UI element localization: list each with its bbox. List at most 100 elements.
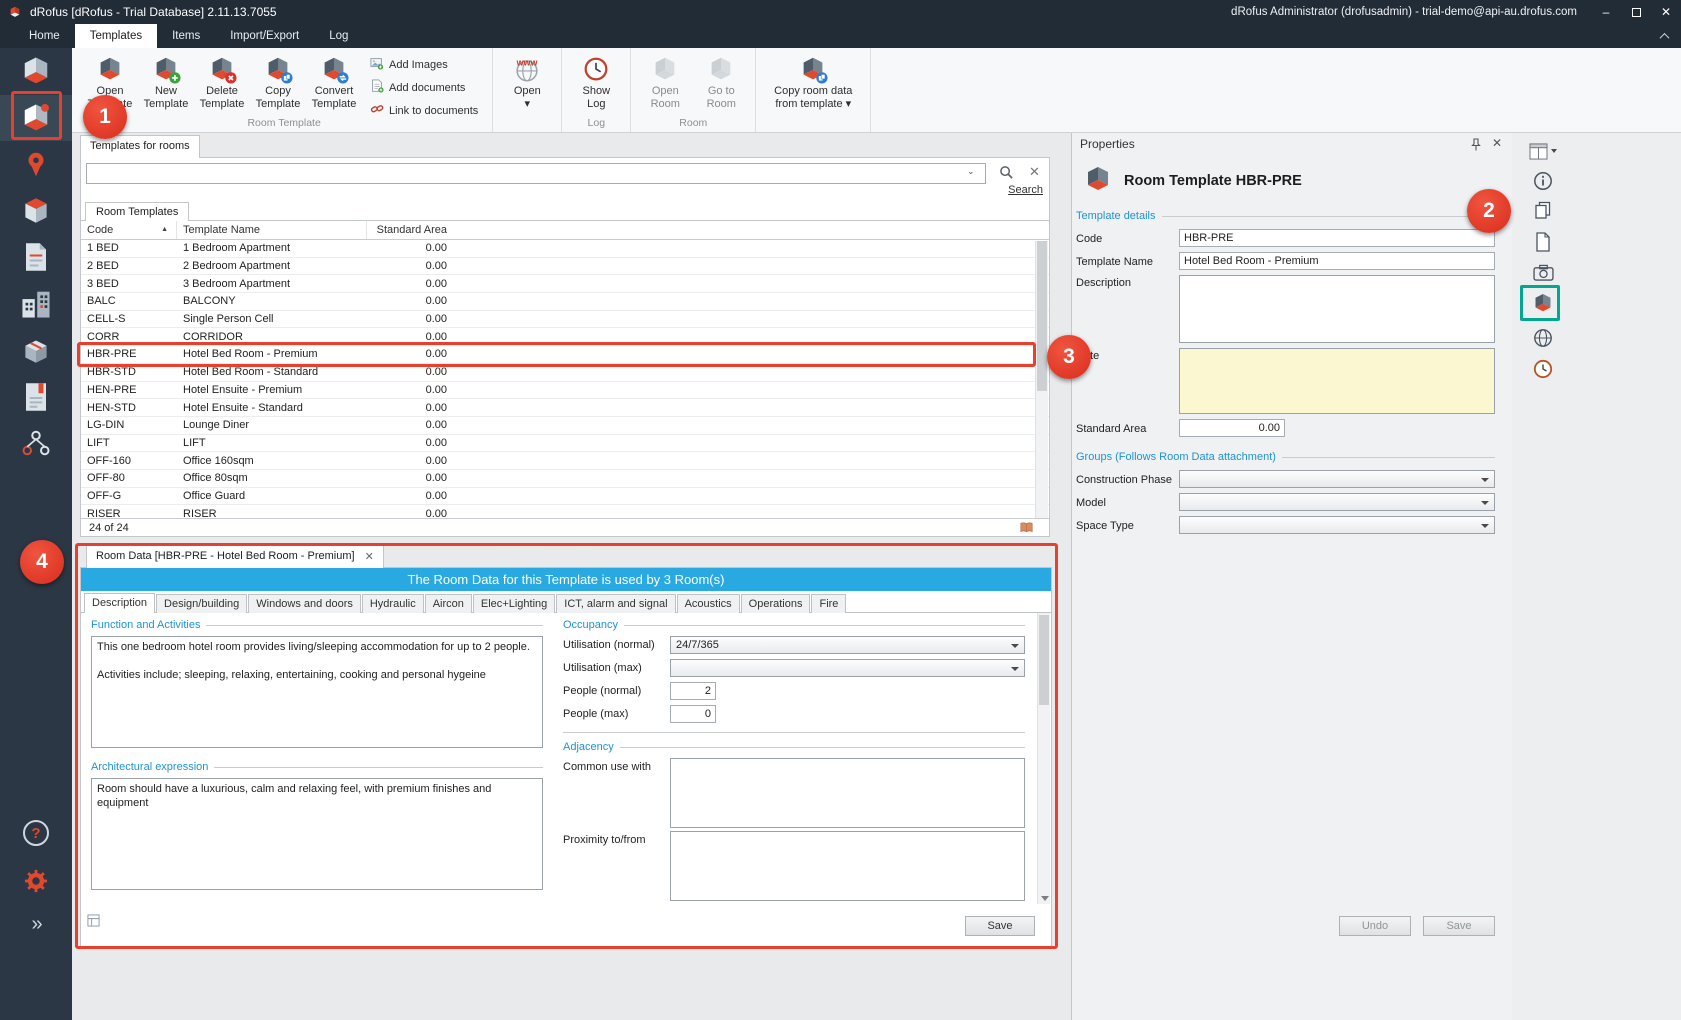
room-data-tab-fire[interactable]: Fire bbox=[811, 594, 846, 613]
tab-templates-for-rooms[interactable]: Templates for rooms bbox=[80, 135, 200, 158]
table-row-lift[interactable]: LIFTLIFT0.00 bbox=[81, 435, 1049, 453]
log-button[interactable] bbox=[1524, 355, 1562, 383]
sidebar-item-systems[interactable] bbox=[0, 327, 72, 374]
function-activities-textarea[interactable]: This one bedroom hotel room provides liv… bbox=[91, 636, 543, 748]
search-link[interactable]: Search bbox=[1008, 184, 1043, 196]
model-select[interactable] bbox=[1179, 493, 1495, 511]
table-row-corr[interactable]: CORRCORRIDOR0.00 bbox=[81, 328, 1049, 346]
pin-icon[interactable] bbox=[1470, 138, 1482, 155]
table-row-riser[interactable]: RISERRISER0.00 bbox=[81, 505, 1049, 518]
room-data-tab-ict-alarm-and-signal[interactable]: ICT, alarm and signal bbox=[556, 594, 675, 613]
table-row-balc[interactable]: BALCBALCONY0.00 bbox=[81, 293, 1049, 311]
menu-tab-import-export[interactable]: Import/Export bbox=[215, 24, 314, 48]
search-input[interactable] bbox=[86, 163, 986, 184]
menu-tab-items[interactable]: Items bbox=[157, 24, 215, 48]
sidebar-item-members[interactable] bbox=[0, 420, 72, 467]
sidebar-item-rooms[interactable] bbox=[0, 48, 72, 95]
images-button[interactable] bbox=[1524, 258, 1562, 286]
close-tab-icon[interactable]: ✕ bbox=[365, 550, 374, 568]
search-clear-icon[interactable]: ✕ bbox=[1029, 164, 1040, 180]
proximity-textarea[interactable] bbox=[670, 831, 1025, 901]
sidebar-item-help[interactable]: ? bbox=[0, 810, 72, 856]
convert-template-button[interactable]: ConvertTemplate bbox=[306, 51, 362, 110]
code-input[interactable] bbox=[1179, 229, 1495, 247]
room-data-button[interactable] bbox=[1524, 196, 1562, 224]
new-template-button[interactable]: NewTemplate bbox=[138, 51, 194, 110]
sidebar-expand[interactable]: » bbox=[0, 901, 72, 947]
menu-tab-log[interactable]: Log bbox=[314, 24, 363, 48]
table-row-cell-s[interactable]: CELL-SSingle Person Cell0.00 bbox=[81, 311, 1049, 329]
ribbon-collapse-button[interactable] bbox=[1647, 24, 1681, 48]
room-data-tab-hydraulic[interactable]: Hydraulic bbox=[362, 594, 424, 613]
room-data-tab-operations[interactable]: Operations bbox=[741, 594, 811, 613]
sidebar-item-settings[interactable] bbox=[0, 858, 72, 904]
show-log-button[interactable]: ShowLog bbox=[568, 51, 624, 110]
table-scrollbar[interactable] bbox=[1035, 241, 1048, 518]
room-data-tab-windows-and-doors[interactable]: Windows and doors bbox=[248, 594, 361, 613]
search-history-dropdown-icon[interactable]: ⌄ bbox=[967, 166, 975, 177]
table-row-2-bed[interactable]: 2 BED2 Bedroom Apartment0.00 bbox=[81, 258, 1049, 276]
delete-template-button[interactable]: DeleteTemplate bbox=[194, 51, 250, 110]
column-header-standard-area[interactable]: Standard Area bbox=[367, 221, 453, 239]
table-row-3-bed[interactable]: 3 BED3 Bedroom Apartment0.00 bbox=[81, 275, 1049, 293]
people-max-input[interactable] bbox=[670, 705, 716, 723]
room-data-tab-design-building[interactable]: Design/building bbox=[156, 594, 247, 613]
go-to-room-button[interactable]: Go toRoom bbox=[693, 51, 749, 110]
www-open-button[interactable]: wwwOpen▾ bbox=[499, 51, 555, 110]
room-data-tab-aircon[interactable]: Aircon bbox=[425, 594, 472, 613]
room-data-tab-description[interactable]: Description bbox=[84, 593, 155, 613]
tab-room-data[interactable]: Room Data [HBR-PRE - Hotel Bed Room - Pr… bbox=[86, 545, 384, 568]
column-header-code[interactable]: Code ▲ bbox=[81, 221, 177, 239]
table-row-hbr-std[interactable]: HBR-STDHotel Bed Room - Standard0.00 bbox=[81, 364, 1049, 382]
save-button[interactable]: Save bbox=[1423, 916, 1495, 936]
scrollbar-thumb[interactable] bbox=[1039, 615, 1049, 705]
table-row-1-bed[interactable]: 1 BED1 Bedroom Apartment0.00 bbox=[81, 240, 1049, 258]
scrollbar-thumb[interactable] bbox=[1037, 241, 1047, 391]
layout-grid-icon[interactable] bbox=[87, 914, 100, 930]
menu-tab-home[interactable]: Home bbox=[14, 24, 75, 48]
grid-layout-button[interactable] bbox=[1524, 137, 1562, 165]
minimize-button[interactable]: – bbox=[1591, 0, 1621, 24]
table-row-hbr-pre[interactable]: HBR-PREHotel Bed Room - Premium0.00 bbox=[81, 346, 1049, 364]
common-use-textarea[interactable] bbox=[670, 758, 1025, 828]
maximize-button[interactable] bbox=[1621, 0, 1651, 24]
architectural-expression-textarea[interactable]: Room should have a luxurious, calm and r… bbox=[91, 778, 543, 890]
close-button[interactable]: ✕ bbox=[1651, 0, 1681, 24]
column-header-template-name[interactable]: Template Name bbox=[177, 221, 367, 239]
room-data-scrollbar[interactable] bbox=[1037, 613, 1050, 904]
open-room-button[interactable]: OpenRoom bbox=[637, 51, 693, 110]
description-textarea[interactable] bbox=[1179, 275, 1495, 343]
sidebar-item-room-templates[interactable] bbox=[0, 95, 72, 142]
add-documents-button[interactable]: Add documents bbox=[370, 79, 478, 96]
utilisation-max-select[interactable] bbox=[670, 659, 1025, 677]
table-row-off-g[interactable]: OFF-GOffice Guard0.00 bbox=[81, 488, 1049, 506]
room-data-tab-acoustics[interactable]: Acoustics bbox=[677, 594, 740, 613]
sidebar-item-reports[interactable] bbox=[0, 374, 72, 421]
note-textarea[interactable] bbox=[1179, 348, 1495, 414]
info-button[interactable] bbox=[1524, 167, 1562, 195]
documents-button[interactable] bbox=[1524, 228, 1562, 256]
close-properties-icon[interactable]: ✕ bbox=[1492, 136, 1502, 150]
sidebar-item-buildings[interactable] bbox=[0, 281, 72, 328]
table-row-off-80[interactable]: OFF-80Office 80sqm0.00 bbox=[81, 470, 1049, 488]
web-button[interactable] bbox=[1524, 324, 1562, 352]
utilisation-normal-select[interactable]: 24/7/365 bbox=[670, 636, 1025, 654]
add-images-button[interactable]: Add Images bbox=[370, 56, 478, 73]
standard-area-input[interactable] bbox=[1179, 419, 1285, 437]
save-button[interactable]: Save bbox=[965, 916, 1035, 936]
table-row-lg-din[interactable]: LG-DINLounge Diner0.00 bbox=[81, 417, 1049, 435]
menu-tab-templates[interactable]: Templates bbox=[75, 24, 157, 48]
sidebar-item-items[interactable] bbox=[0, 141, 72, 188]
table-row-hen-std[interactable]: HEN-STDHotel Ensuite - Standard0.00 bbox=[81, 399, 1049, 417]
copy-room-data-from-template-button[interactable]: Copy room datafrom template ▾ bbox=[762, 51, 864, 110]
search-icon[interactable] bbox=[999, 165, 1014, 183]
copy-template-button[interactable]: CopyTemplate bbox=[250, 51, 306, 110]
template-name-input[interactable] bbox=[1179, 252, 1495, 270]
construction-phase-select[interactable] bbox=[1179, 470, 1495, 488]
scroll-down-icon[interactable] bbox=[1041, 896, 1049, 901]
table-row-off-160[interactable]: OFF-160Office 160sqm0.00 bbox=[81, 452, 1049, 470]
sidebar-item-products[interactable] bbox=[0, 188, 72, 235]
space-type-select[interactable] bbox=[1179, 516, 1495, 534]
room-template-button[interactable] bbox=[1524, 289, 1562, 317]
table-row-hen-pre[interactable]: HEN-PREHotel Ensuite - Premium0.00 bbox=[81, 382, 1049, 400]
